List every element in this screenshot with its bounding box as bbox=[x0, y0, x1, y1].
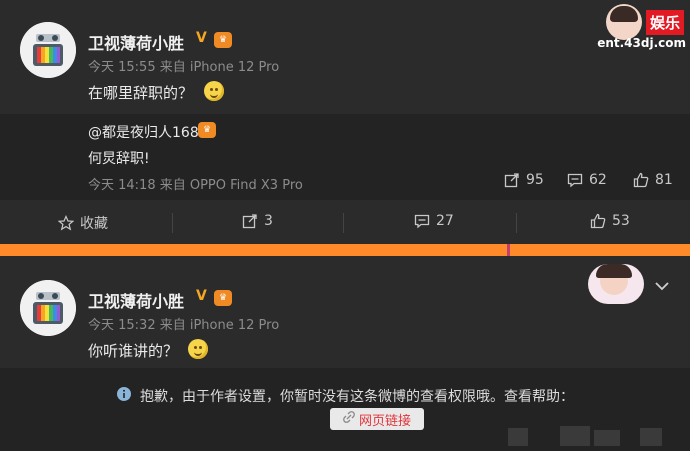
thumbs-up-icon bbox=[633, 172, 649, 188]
watermark-url: ent.43dj.com bbox=[597, 36, 686, 50]
blurred-block bbox=[640, 428, 662, 446]
verified-icon: V bbox=[196, 288, 207, 304]
watermark: 娱乐 bbox=[605, 4, 684, 40]
share-count: 3 bbox=[264, 213, 273, 229]
post-text: 你听谁讲的？ bbox=[88, 342, 179, 360]
comment-icon bbox=[567, 173, 583, 188]
smile-emoji-icon bbox=[204, 81, 224, 101]
repost-like-button[interactable]: 81 bbox=[633, 172, 673, 188]
notice-text: 抱歉，由于作者设置，你暂时没有这条微博的查看权限哦。查看帮助： bbox=[140, 389, 574, 405]
author-name[interactable]: 卫视薄荷小胜 bbox=[88, 30, 184, 54]
blurred-block bbox=[594, 430, 620, 446]
link-label: 网页链接 bbox=[358, 413, 411, 429]
watermark-label: 娱乐 bbox=[645, 9, 684, 35]
share-count: 95 bbox=[526, 172, 544, 188]
member-badge-icon: ♛ bbox=[214, 290, 232, 306]
share-icon bbox=[242, 214, 257, 229]
like-count: 53 bbox=[612, 213, 630, 229]
watermark-face-icon bbox=[605, 4, 642, 40]
favorite-label: 收藏 bbox=[80, 216, 108, 232]
blurred-block bbox=[508, 428, 528, 446]
info-icon bbox=[116, 386, 132, 406]
restricted-notice: 抱歉，由于作者设置，你暂时没有这条微博的查看权限哦。查看帮助： 网页链接 bbox=[0, 368, 690, 451]
bar-marker bbox=[507, 244, 510, 256]
comment-icon bbox=[414, 214, 430, 229]
comment-button[interactable]: 27 bbox=[414, 213, 454, 229]
post-meta: 今天 15:55 来自 iPhone 12 Pro bbox=[88, 60, 280, 75]
tv-mascot-icon bbox=[20, 22, 76, 78]
star-icon bbox=[58, 215, 74, 231]
link-icon bbox=[343, 411, 355, 427]
like-count: 81 bbox=[655, 172, 673, 188]
divider bbox=[343, 213, 344, 233]
post-meta: 今天 15:32 来自 iPhone 12 Pro bbox=[88, 318, 280, 333]
member-badge-icon: ♛ bbox=[214, 32, 232, 48]
smile-emoji-icon bbox=[188, 339, 208, 359]
divider bbox=[516, 213, 517, 233]
share-icon bbox=[504, 173, 519, 188]
separator-bar bbox=[0, 244, 690, 256]
share-button[interactable]: 3 bbox=[242, 213, 273, 229]
repost-meta: 今天 14:18 来自 OPPO Find X3 Pro bbox=[88, 178, 303, 193]
thumbs-up-icon bbox=[590, 213, 606, 229]
repost-card[interactable]: @都是夜归人168 ♛ 何炅辞职! 今天 14:18 来自 OPPO Find … bbox=[0, 114, 690, 200]
repost-comment-button[interactable]: 62 bbox=[567, 172, 607, 188]
member-badge-icon: ♛ bbox=[198, 122, 216, 138]
repost-author[interactable]: @都是夜归人168 bbox=[88, 122, 199, 142]
repost-share-button[interactable]: 95 bbox=[504, 172, 544, 188]
divider bbox=[172, 213, 173, 233]
repost-text: 何炅辞职! bbox=[88, 151, 150, 167]
comment-count: 27 bbox=[436, 213, 454, 229]
avatar[interactable] bbox=[20, 22, 76, 78]
chevron-down-icon[interactable] bbox=[655, 276, 669, 295]
tv-mascot-icon bbox=[20, 280, 76, 336]
author-name[interactable]: 卫视薄荷小胜 bbox=[88, 288, 184, 312]
like-button[interactable]: 53 bbox=[590, 213, 630, 229]
web-link-button[interactable]: 网页链接 bbox=[330, 408, 424, 430]
verified-icon: V bbox=[196, 30, 207, 46]
avatar[interactable] bbox=[20, 280, 76, 336]
user-sticker-icon bbox=[588, 264, 644, 304]
comment-count: 62 bbox=[589, 172, 607, 188]
blurred-block bbox=[560, 426, 590, 446]
favorite-button[interactable]: 收藏 bbox=[58, 213, 108, 233]
action-toolbar: 收藏 3 27 53 bbox=[0, 203, 690, 241]
post-text: 在哪里辞职的？ bbox=[88, 84, 194, 102]
